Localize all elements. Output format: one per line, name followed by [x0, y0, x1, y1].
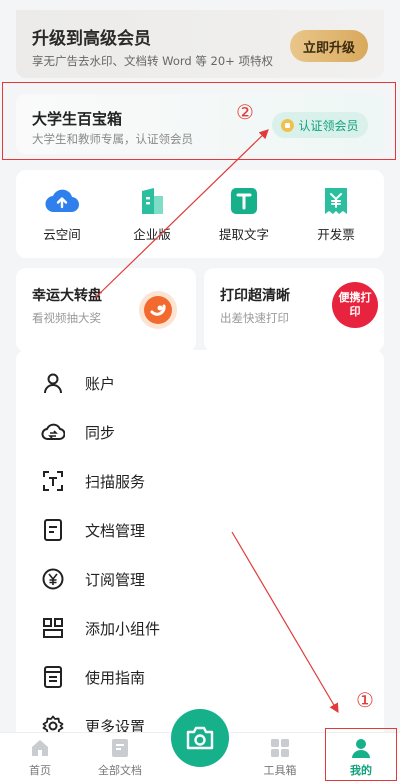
- wheel-icon: [138, 290, 178, 330]
- print-title: 打印超清晰: [220, 288, 290, 304]
- tool-enterprise[interactable]: 企业版: [112, 184, 192, 243]
- nav-all-documents[interactable]: 全部文档: [85, 736, 155, 778]
- menu-item-account[interactable]: 账户: [16, 359, 384, 407]
- tool-extract-text[interactable]: 提取文字: [204, 184, 284, 243]
- menu-item-label: 使用指南: [85, 668, 146, 687]
- scan-text-icon: [40, 468, 66, 494]
- premium-subtitle: 享无广告去水印、文档转 Word 等 20+ 项特权: [32, 54, 273, 68]
- menu-item-user-guide[interactable]: 使用指南: [16, 653, 384, 701]
- nav-toolbox[interactable]: 工具箱: [245, 736, 315, 778]
- premium-banner[interactable]: 升级到高级会员 享无广告去水印、文档转 Word 等 20+ 项特权 立即升级: [16, 10, 384, 78]
- nav-toolbox-label: 工具箱: [263, 764, 297, 777]
- premium-title: 升级到高级会员: [32, 29, 151, 49]
- tool-label: 企业版: [133, 227, 171, 242]
- camera-icon: [186, 726, 214, 750]
- menu-item-label: 订阅管理: [85, 570, 146, 589]
- widget-grid-icon: [40, 615, 66, 641]
- menu-item-label: 账户: [85, 374, 116, 393]
- settings-menu: 账户 同步 扫描服务 文档管理 订阅管理 添加小组件 使用指南 更多设置: [16, 350, 384, 750]
- upgrade-button[interactable]: 立即升级: [290, 30, 368, 62]
- print-card[interactable]: 打印超清晰 出差快速打印 便携打印: [204, 268, 384, 352]
- tool-invoice[interactable]: 开发票: [296, 184, 376, 243]
- menu-item-label: 同步: [85, 423, 116, 442]
- print-subtitle: 出差快速打印: [220, 311, 289, 325]
- lucky-wheel-subtitle: 看视频抽大奖: [32, 311, 101, 325]
- document-stack-icon: [85, 736, 155, 760]
- user-icon: [40, 370, 66, 396]
- annotation-frame-mine: [325, 728, 397, 781]
- lucky-wheel-card[interactable]: 幸运大转盘 看视频抽大奖: [16, 268, 196, 352]
- guide-icon: [40, 664, 66, 690]
- text-extract-icon: [224, 184, 264, 218]
- menu-item-sync[interactable]: 同步: [16, 408, 384, 456]
- portable-print-badge-text: 便携打印: [338, 291, 372, 318]
- yen-circle-icon: [40, 566, 66, 592]
- tool-label: 云空间: [43, 227, 81, 242]
- cloud-upload-icon: [42, 184, 82, 218]
- annotation-number-1: ①: [356, 688, 374, 712]
- portable-print-badge: 便携打印: [332, 282, 378, 328]
- tool-label: 提取文字: [218, 227, 269, 242]
- annotation-frame-student: [2, 82, 396, 160]
- menu-item-label: 添加小组件: [85, 619, 161, 638]
- building-icon: [132, 184, 172, 218]
- menu-item-doc-management[interactable]: 文档管理: [16, 506, 384, 554]
- toolbox-grid-icon: [245, 736, 315, 760]
- menu-item-label: 扫描服务: [85, 472, 146, 491]
- tool-label: 开发票: [317, 227, 355, 242]
- home-icon: [5, 736, 75, 760]
- lucky-wheel-title: 幸运大转盘: [32, 288, 102, 304]
- invoice-icon: [316, 184, 356, 218]
- menu-item-label: 文档管理: [85, 521, 146, 540]
- tools-row: 云空间 企业版 提取文字 开发票: [16, 170, 384, 258]
- nav-all-documents-label: 全部文档: [98, 764, 142, 777]
- menu-item-scan-service[interactable]: 扫描服务: [16, 457, 384, 505]
- sync-cloud-icon: [40, 419, 66, 445]
- tool-cloud-space[interactable]: 云空间: [22, 184, 102, 243]
- menu-item-subscription[interactable]: 订阅管理: [16, 555, 384, 603]
- camera-button[interactable]: [171, 709, 229, 767]
- menu-item-add-widget[interactable]: 添加小组件: [16, 604, 384, 652]
- document-icon: [40, 517, 66, 543]
- nav-home[interactable]: 首页: [5, 736, 75, 778]
- annotation-number-2: ②: [236, 100, 254, 124]
- nav-home-label: 首页: [29, 764, 51, 777]
